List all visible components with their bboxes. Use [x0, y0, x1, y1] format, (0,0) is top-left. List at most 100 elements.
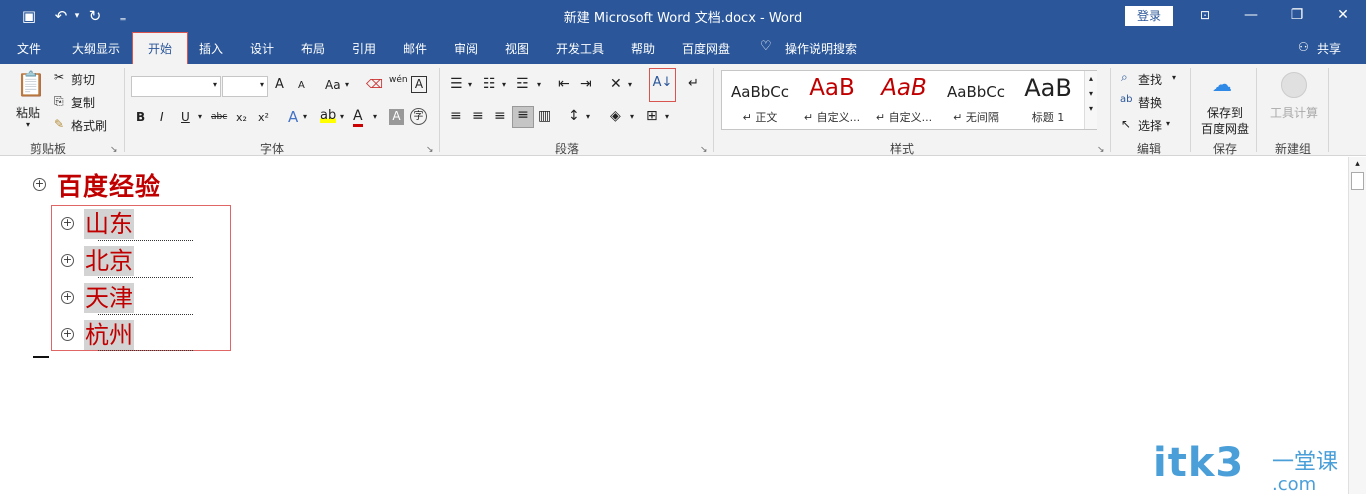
expand-icon[interactable]: + — [33, 178, 46, 191]
copy-button[interactable]: 复制 — [71, 94, 95, 111]
chevron-up-icon[interactable]: ▴ — [1085, 74, 1097, 83]
paragraph-launcher-icon[interactable]: ↘ — [700, 145, 708, 155]
tab-review[interactable]: 审阅 — [454, 40, 478, 57]
tab-baidu-netdisk[interactable]: 百度网盘 — [682, 40, 730, 57]
tab-help[interactable]: 帮助 — [631, 40, 655, 57]
show-marks-icon[interactable]: ↵ — [688, 76, 699, 91]
tab-file[interactable]: 文件 — [17, 40, 41, 57]
char-shading-icon[interactable]: A — [389, 109, 404, 125]
borders-icon[interactable]: ⊞ — [646, 108, 658, 124]
chevron-down-icon[interactable]: ▾ — [345, 80, 349, 89]
font-launcher-icon[interactable]: ↘ — [426, 145, 434, 155]
font-family-select[interactable]: ▾ — [131, 76, 221, 97]
cut-icon[interactable]: ✂ — [54, 70, 64, 84]
share-icon[interactable]: ⚇ — [1298, 40, 1309, 54]
shrink-font-button[interactable]: A — [298, 80, 305, 91]
superscript-button[interactable]: x² — [258, 111, 269, 124]
grow-font-button[interactable]: A — [275, 77, 284, 92]
document-canvas[interactable]: + 百度经验 + 山东 + 北京 + 天津 + 杭州 itk3 一堂课 .com — [0, 157, 1348, 494]
find-icon[interactable]: ⌕ — [1121, 70, 1128, 85]
tab-references[interactable]: 引用 — [352, 40, 376, 57]
save-netdisk-line1[interactable]: 保存到 — [1207, 104, 1243, 121]
chevron-down-icon[interactable]: ▾ — [468, 80, 472, 89]
multilevel-list-icon[interactable]: ☲ — [516, 76, 529, 92]
paste-dropdown-icon[interactable]: ▾ — [26, 120, 30, 129]
justify-icon[interactable]: ≡ — [512, 106, 534, 128]
chevron-down-icon[interactable]: ▾ — [373, 112, 377, 121]
chevron-down-icon[interactable]: ▾ — [630, 112, 634, 121]
tab-view[interactable]: 视图 — [505, 40, 529, 57]
chevron-down-icon[interactable]: ▾ — [303, 112, 307, 121]
expand-icon[interactable]: + — [61, 328, 74, 341]
tab-mailings[interactable]: 邮件 — [403, 40, 427, 57]
align-right-icon[interactable]: ≡ — [494, 108, 506, 124]
clipboard-launcher-icon[interactable]: ↘ — [110, 145, 118, 155]
underline-button[interactable]: U — [181, 110, 190, 124]
align-center-icon[interactable]: ≡ — [472, 108, 484, 124]
subscript-button[interactable]: x₂ — [236, 111, 247, 124]
restore-icon[interactable]: ❐ — [1282, 4, 1312, 26]
format-painter-button[interactable]: 格式刷 — [71, 117, 107, 134]
shading-icon[interactable]: ◈ — [610, 108, 621, 124]
align-left-icon[interactable]: ≡ — [450, 108, 462, 124]
scroll-thumb[interactable] — [1351, 172, 1364, 190]
phonetic-guide-button[interactable]: wén — [389, 75, 408, 85]
expand-icon[interactable]: + — [61, 254, 74, 267]
bold-button[interactable]: B — [136, 110, 145, 124]
select-button[interactable]: 选择 — [1138, 117, 1162, 134]
replace-button[interactable]: 替换 — [1138, 94, 1162, 111]
format-painter-icon[interactable]: ✎ — [54, 117, 64, 131]
style-heading-1[interactable]: AaB 标题 1 — [1012, 71, 1084, 129]
clear-format-icon[interactable]: ⌫ — [366, 77, 383, 91]
expand-icon[interactable]: + — [61, 217, 74, 230]
outline-item[interactable]: 山东 — [84, 209, 134, 239]
strikethrough-button[interactable]: abc — [211, 112, 227, 122]
style-no-spacing[interactable]: AaBbCc ↵ 无间隔 — [940, 71, 1012, 129]
chevron-down-icon[interactable]: ▾ — [1166, 119, 1170, 128]
line-spacing-icon[interactable]: ↕ — [568, 108, 580, 124]
text-effects-icon[interactable]: A — [288, 108, 298, 126]
login-button[interactable]: 登录 — [1125, 6, 1173, 26]
outline-heading[interactable]: 百度经验 — [57, 167, 161, 203]
gallery-more-icon[interactable]: ▾ — [1085, 104, 1097, 113]
distributed-icon[interactable]: ▥ — [538, 108, 551, 124]
decrease-indent-icon[interactable]: ⇤ — [558, 76, 570, 92]
tab-insert[interactable]: 插入 — [199, 40, 223, 57]
tab-layout[interactable]: 布局 — [301, 40, 325, 57]
italic-button[interactable]: I — [160, 110, 164, 124]
ribbon-display-icon[interactable]: ⊡ — [1190, 4, 1220, 26]
chevron-down-icon[interactable]: ▾ — [198, 112, 202, 121]
increase-indent-icon[interactable]: ⇥ — [580, 76, 592, 92]
select-icon[interactable]: ↖ — [1121, 117, 1131, 131]
outline-item[interactable]: 天津 — [84, 283, 134, 313]
paste-icon[interactable]: 📋 — [14, 70, 48, 102]
enclose-char-icon[interactable]: 字 — [410, 108, 427, 125]
tab-design[interactable]: 设计 — [250, 40, 274, 57]
tab-outline[interactable]: 大纲显示 — [72, 40, 120, 57]
style-normal[interactable]: AaBbCc ↵ 正文 — [724, 71, 796, 129]
outline-item[interactable]: 北京 — [84, 246, 134, 276]
cut-button[interactable]: 剪切 — [71, 71, 95, 88]
vertical-scrollbar[interactable]: ▴ — [1348, 157, 1366, 494]
expand-icon[interactable]: + — [61, 291, 74, 304]
style-custom-1[interactable]: AaB ↵ 自定义... — [796, 71, 868, 129]
gallery-scroll[interactable]: ▴ ▾ ▾ — [1084, 71, 1097, 129]
close-icon[interactable]: ✕ — [1328, 4, 1358, 26]
styles-launcher-icon[interactable]: ↘ — [1097, 145, 1105, 155]
numbering-icon[interactable]: ☷ — [483, 76, 496, 92]
save-netdisk-line2[interactable]: 百度网盘 — [1201, 120, 1249, 137]
char-border-button[interactable]: A — [411, 76, 427, 93]
sort-icon[interactable]: A↓ — [649, 68, 676, 102]
share-button[interactable]: 共享 — [1317, 40, 1341, 57]
change-case-button[interactable]: Aa — [325, 78, 341, 92]
scroll-up-icon[interactable]: ▴ — [1349, 159, 1366, 169]
chevron-down-icon[interactable]: ▾ — [537, 80, 541, 89]
bullets-icon[interactable]: ☰ — [450, 76, 463, 92]
chevron-down-icon[interactable]: ▾ — [340, 112, 344, 121]
chevron-down-icon[interactable]: ▾ — [1172, 73, 1176, 82]
chevron-down-icon[interactable]: ▾ — [586, 112, 590, 121]
tab-home[interactable]: 开始 — [132, 32, 188, 64]
font-size-select[interactable]: ▾ — [222, 76, 268, 97]
asian-layout-icon[interactable]: ✕ — [610, 76, 622, 92]
baidu-netdisk-icon[interactable]: ☁ — [1212, 72, 1232, 96]
